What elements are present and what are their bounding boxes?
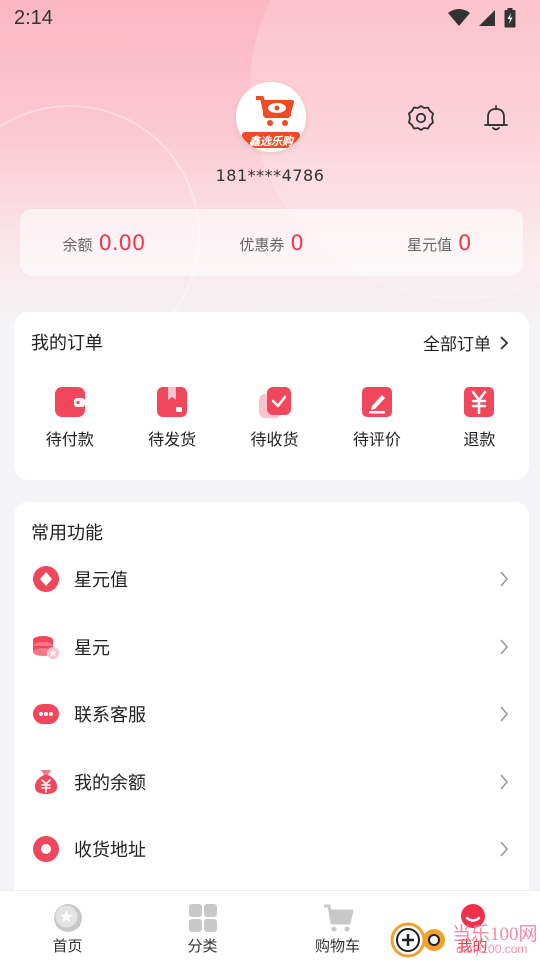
tab-cart[interactable]: 购物车 bbox=[270, 891, 405, 960]
order-pending-receipt-label: 待收货 bbox=[250, 430, 299, 449]
logo-text: 鑫选乐购 bbox=[249, 135, 293, 148]
coins-icon bbox=[33, 635, 59, 659]
signal-icon bbox=[479, 10, 495, 26]
tab-category[interactable]: 分类 bbox=[135, 891, 270, 960]
func-customer-service-label: 联系客服 bbox=[74, 704, 146, 726]
wallet-star-points-label: 星元值 bbox=[406, 235, 452, 254]
all-orders-label: 全部订单 bbox=[423, 335, 491, 355]
func-customer-service[interactable]: 联系客服 bbox=[14, 680, 529, 747]
order-refund-label: 退款 bbox=[463, 430, 496, 449]
watermark: 当乐100网 danji100.com bbox=[390, 916, 540, 960]
avatar[interactable]: 鑫选乐购 bbox=[236, 82, 306, 152]
order-pending-receipt[interactable]: 待收货 bbox=[225, 386, 324, 450]
func-stars[interactable]: 星元 bbox=[14, 613, 529, 680]
functions-card: 常用功能 星元值 星元 联系客服 我的余额 收货地址 bbox=[14, 502, 529, 902]
order-pending-payment[interactable]: 待付款 bbox=[20, 386, 119, 450]
all-orders-link[interactable]: 全部订单 bbox=[423, 330, 509, 355]
review-icon bbox=[361, 387, 392, 417]
func-stars-label: 星元 bbox=[74, 637, 110, 659]
functions-title: 常用功能 bbox=[31, 523, 103, 544]
chevron-right-icon bbox=[500, 638, 509, 655]
order-pending-payment-label: 待付款 bbox=[45, 430, 94, 449]
bell-icon bbox=[484, 105, 508, 131]
wallet-star-points-value: 0 bbox=[458, 230, 472, 255]
orders-card: 我的订单 全部订单 待付款 待发货 待收货 待评价 退款 bbox=[14, 312, 529, 480]
tab-cart-label: 购物车 bbox=[314, 937, 360, 955]
status-time: 2:14 bbox=[14, 6, 53, 29]
money-bag-icon bbox=[34, 769, 58, 794]
chevron-right-icon bbox=[500, 335, 509, 350]
wallet-icon bbox=[54, 387, 85, 417]
wallet-balance-value: 0.00 bbox=[98, 230, 146, 255]
battery-icon bbox=[504, 8, 516, 28]
chevron-right-icon bbox=[500, 840, 509, 857]
wallet-summary: 余额 0.00 优惠券 0 星元值 0 bbox=[20, 209, 523, 276]
category-icon bbox=[188, 904, 217, 932]
order-refund[interactable]: 退款 bbox=[430, 386, 529, 450]
func-shipping-address-label: 收货地址 bbox=[74, 839, 146, 861]
wallet-coupons-label: 优惠券 bbox=[239, 235, 285, 254]
tab-home-label: 首页 bbox=[52, 937, 83, 955]
chat-icon bbox=[33, 703, 59, 724]
chevron-right-icon bbox=[500, 705, 509, 722]
settings-button[interactable] bbox=[401, 98, 441, 138]
wallet-coupons-value: 0 bbox=[290, 230, 304, 255]
receive-icon bbox=[258, 387, 291, 418]
package-icon bbox=[157, 387, 188, 417]
status-bar: 2:14 bbox=[0, 0, 540, 36]
status-icons bbox=[448, 8, 516, 28]
wifi-icon bbox=[448, 9, 470, 26]
watermark-sub: danji100.com bbox=[456, 942, 528, 956]
wallet-balance[interactable]: 余额 0.00 bbox=[20, 231, 188, 255]
wallet-star-points[interactable]: 星元值 0 bbox=[355, 231, 523, 255]
tab-category-label: 分类 bbox=[187, 937, 218, 955]
func-my-balance[interactable]: 我的余额 bbox=[14, 748, 529, 815]
func-my-balance-label: 我的余额 bbox=[74, 772, 146, 794]
order-status-row: 待付款 待发货 待收货 待评价 退款 bbox=[14, 386, 529, 450]
order-pending-shipment[interactable]: 待发货 bbox=[122, 386, 221, 450]
tab-home[interactable]: 首页 bbox=[0, 891, 135, 960]
user-phone: 181****4786 bbox=[215, 166, 325, 185]
notifications-button[interactable] bbox=[476, 98, 516, 138]
orders-title: 我的订单 bbox=[31, 333, 103, 354]
func-shipping-address[interactable]: 收货地址 bbox=[14, 815, 529, 882]
diamond-icon bbox=[33, 565, 59, 592]
cart-icon bbox=[323, 904, 353, 932]
chevron-right-icon bbox=[500, 773, 509, 790]
wallet-balance-label: 余额 bbox=[62, 235, 93, 254]
wallet-coupons[interactable]: 优惠券 0 bbox=[188, 231, 356, 255]
order-pending-shipment-label: 待发货 bbox=[148, 430, 197, 449]
home-icon bbox=[53, 904, 82, 932]
chevron-right-icon bbox=[500, 570, 509, 587]
watermark-logo-icon bbox=[390, 922, 445, 958]
order-pending-review[interactable]: 待评价 bbox=[327, 386, 426, 450]
gear-icon bbox=[408, 105, 434, 131]
refund-icon bbox=[464, 387, 495, 417]
header-background bbox=[0, 0, 540, 330]
location-icon bbox=[33, 835, 59, 862]
order-pending-review-label: 待评价 bbox=[352, 430, 401, 449]
func-star-points-label: 星元值 bbox=[74, 569, 128, 591]
func-star-points[interactable]: 星元值 bbox=[14, 545, 529, 612]
